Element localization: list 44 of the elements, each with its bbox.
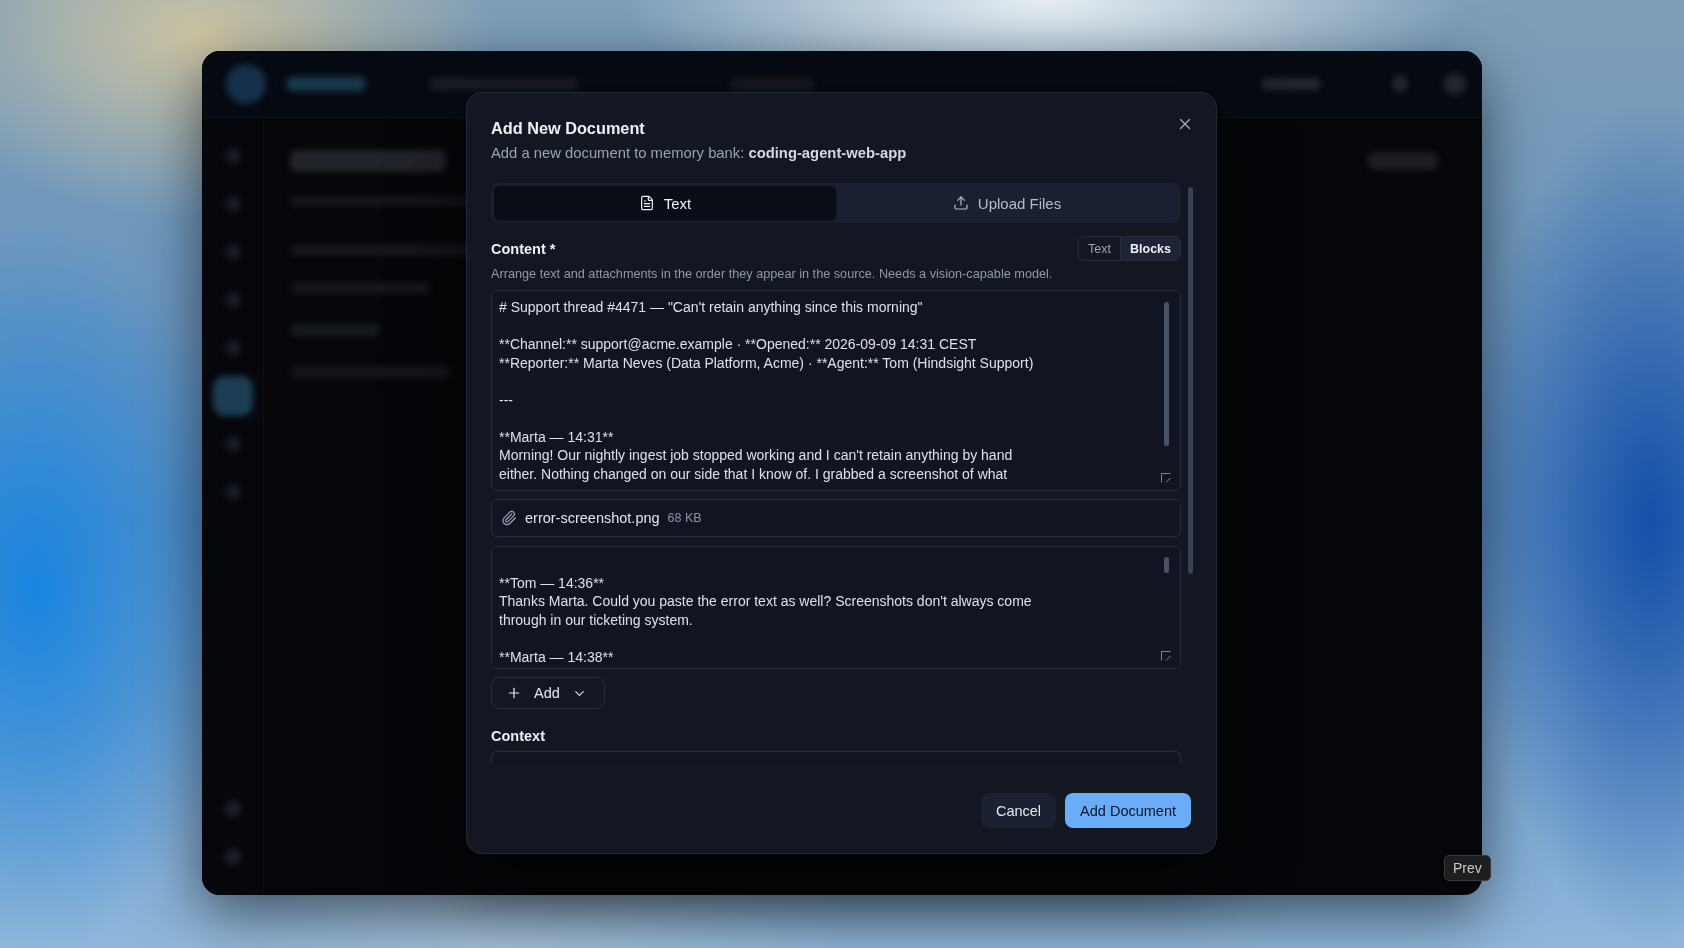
blurred-icon: [224, 244, 241, 260]
attachment-filename: error-screenshot.png: [525, 510, 660, 526]
blurred-icon: [224, 849, 241, 865]
resize-handle-icon[interactable]: [1161, 473, 1171, 483]
field-label: Context: [491, 727, 545, 745]
blurred-icon: [224, 340, 241, 356]
blurred-icon: [224, 484, 241, 500]
mode-option[interactable]: Blocks: [1120, 237, 1180, 260]
tab[interactable]: Upload Files: [836, 186, 1178, 220]
blurred-icon: [224, 292, 241, 308]
blurred-pill: [1368, 152, 1438, 170]
tab[interactable]: Text: [494, 186, 836, 220]
blurred-icon: [224, 436, 241, 452]
mode-option[interactable]: Text: [1079, 237, 1120, 260]
scrollbar-thumb[interactable]: [1188, 187, 1193, 574]
blurred-label: [1261, 78, 1321, 90]
blurred-active-item: [212, 376, 253, 416]
add-document-button[interactable]: Add Document: [1065, 793, 1191, 828]
text-block-field[interactable]: [491, 290, 1181, 491]
dialog-subtitle: Add a new document to memory bank: coding-agent-web-app: [491, 144, 907, 163]
dialog-title: Add New Document: [491, 118, 645, 139]
resize-handle-icon[interactable]: [1161, 651, 1171, 661]
blurred-icon: [224, 196, 241, 212]
context-field[interactable]: [491, 751, 1181, 765]
cancel-button[interactable]: Cancel: [980, 793, 1057, 828]
text-block-content: # Support thread #4471 — "Can't retain anything since this morning" **Channel:** support@acme.example · **Opened:** 2026-09-09 14:31 CEST **Reporter:** Marta Neves (Data Platform, Acme) · **Agent:** Tom (Hindsight Support) --- **Marta — 14:31** Morning! Our nightly ingest job stopped working and I can't retain anything by hand either. Nothing changed on our side that I know of. I grabbed a screenshot of what: [499, 298, 1035, 483]
plus-icon: [506, 685, 522, 701]
blurred-logo: [226, 64, 266, 104]
field-label: Content *: [491, 239, 556, 258]
blurred-icon: [1392, 76, 1408, 92]
blurred-icon: [1444, 73, 1466, 95]
scrollbar-thumb[interactable]: [1164, 557, 1169, 573]
text-block-content: **Tom — 14:36** Thanks Marta. Could you paste the error text as well? Screenshots don't always come through in our ticketing system. **Marta — 14:38**: [499, 573, 1033, 666]
add-block-button[interactable]: Add: [491, 677, 605, 709]
field-hint: Arrange text and attachments in the order they appear in the source. Needs a vision-capable model.: [491, 266, 1053, 282]
prev-button[interactable]: Prev: [1444, 855, 1491, 881]
upload-icon: [952, 195, 969, 211]
document-icon: [638, 195, 655, 211]
scrollbar-thumb[interactable]: [1164, 302, 1169, 446]
blurred-icon: [224, 801, 241, 817]
attachment-size: 68 KB: [667, 511, 702, 525]
text-block-field[interactable]: **Tom — 14:36** Thanks Marta. Could you paste the error text as well? Screenshots don't always come through in our ticketing system. **Marta — 14:38**: [491, 546, 1181, 669]
blurred-icon: [224, 148, 241, 164]
paperclip-icon: [501, 510, 517, 526]
